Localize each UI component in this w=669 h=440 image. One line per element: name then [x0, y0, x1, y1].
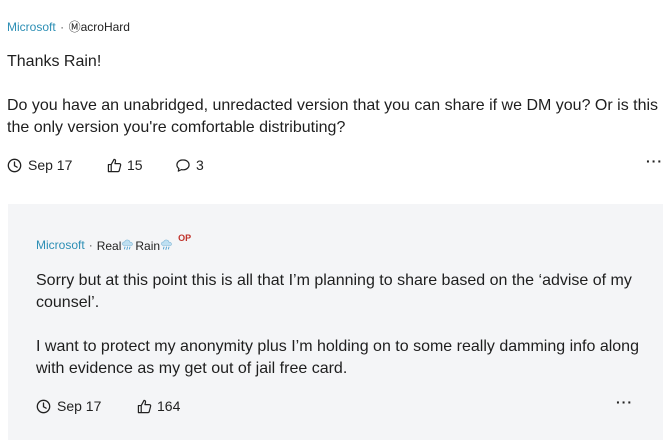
comment-icon	[176, 158, 190, 172]
reply-separator-dot: ·	[88, 238, 93, 252]
rain-cloud-icon	[161, 239, 172, 250]
thumbs-up-icon	[137, 399, 152, 413]
post-more-options-icon[interactable]: ···	[646, 153, 663, 169]
post-header: Microsoft · ⓂacroHard	[7, 18, 130, 36]
clock-icon	[7, 158, 22, 172]
username[interactable]: ⓂacroHard	[69, 20, 130, 34]
rain-cloud-icon	[122, 239, 134, 250]
reply-username-part2: Rain	[135, 239, 161, 253]
reply-date-label: Sep 17	[57, 398, 102, 414]
reply-paragraph-1: Sorry but at this point this is all that…	[36, 272, 632, 311]
reply-more-options-icon[interactable]: ···	[616, 394, 633, 410]
op-badge: OP	[178, 233, 192, 243]
post-like-button[interactable]: 15	[107, 157, 143, 173]
reply-company-name[interactable]: Microsoft	[36, 238, 85, 252]
reply-like-button[interactable]: 164	[137, 398, 180, 414]
post-greeting: Thanks Rain!	[7, 53, 102, 70]
post-date-label: Sep 17	[28, 157, 73, 173]
company-name[interactable]: Microsoft	[7, 20, 56, 34]
post-comment-count: 3	[196, 157, 204, 173]
reply-like-count: 164	[157, 398, 181, 414]
reply-date[interactable]: Sep 17	[36, 398, 101, 414]
reply-username[interactable]: Real Rain	[97, 238, 174, 253]
post-body: Do you have an unabridged, unredacted ve…	[7, 97, 659, 136]
separator-dot: ·	[60, 20, 65, 34]
post-date[interactable]: Sep 17	[7, 157, 72, 173]
reply-username-part1: Real	[96, 239, 122, 253]
reply-paragraph-2: I want to protect my anonymity plus I’m …	[36, 338, 639, 377]
post-comment-button[interactable]: 3	[175, 157, 204, 173]
reply-header: Microsoft · Real Rain OP	[36, 233, 192, 253]
post-like-count: 15	[127, 157, 143, 173]
thumbs-up-icon	[107, 158, 122, 172]
clock-icon	[36, 399, 51, 413]
